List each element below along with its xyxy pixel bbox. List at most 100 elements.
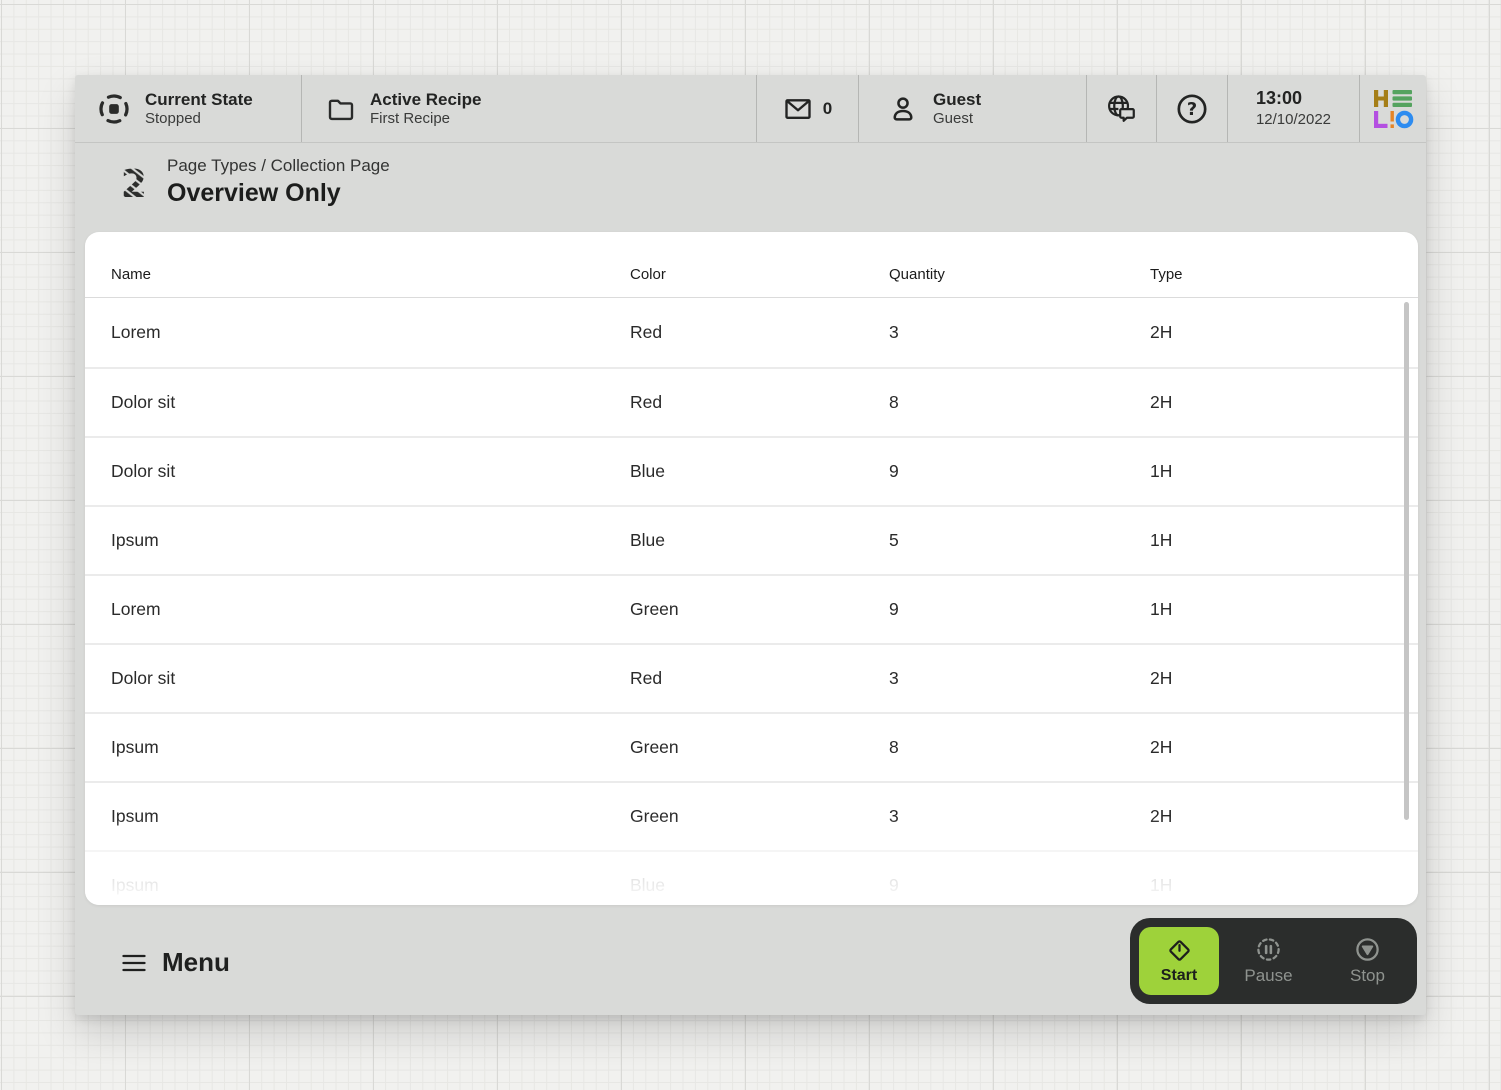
table-scrollbar[interactable] [1404,302,1409,820]
cell-type: 2H [1150,737,1418,758]
breadcrumb: Page Types / Collection Page [167,155,390,178]
current-state-button[interactable]: Current State Stopped [75,75,302,142]
language-button[interactable] [1087,75,1157,142]
cell-type: 1H [1150,530,1418,551]
table-row: Lorem Green 9 1H [85,574,1418,643]
app-window: Current State Stopped Active Recipe Firs… [75,75,1426,1015]
cell-color: Blue [630,530,889,551]
help-icon: ? [1175,92,1209,126]
start-label: Start [1161,967,1197,985]
table-header-row: Name Color Quantity Type [85,232,1418,298]
top-bar: Current State Stopped Active Recipe Firs… [75,75,1426,143]
table-row: Ipsum Blue 5 1H [85,505,1418,574]
stop-label: Stop [1350,966,1385,986]
cell-quantity: 3 [889,806,1150,827]
cell-quantity: 9 [889,461,1150,482]
current-state-text: Current State Stopped [145,89,253,129]
user-text: Guest Guest [933,89,981,129]
cell-type: 2H [1150,806,1418,827]
cell-type: 1H [1150,461,1418,482]
pause-icon [1255,936,1282,963]
cell-name: Dolor sit [111,668,630,689]
pause-label: Pause [1244,966,1292,986]
table-row: Dolor sit Blue 9 1H [85,436,1418,505]
cell-color: Red [630,392,889,413]
messages-button[interactable]: 0 [757,75,859,142]
brand-glyph-2-icon: 2 [118,159,150,205]
clock-date: 12/10/2022 [1256,110,1331,130]
clock-time: 13:00 [1256,87,1331,110]
page-title: Overview Only [167,178,390,209]
cell-color: Red [630,322,889,343]
start-icon [1166,937,1193,964]
message-count: 0 [823,99,832,119]
column-header-quantity: Quantity [889,266,1150,283]
cell-name: Dolor sit [111,392,630,413]
cell-type: 2H [1150,392,1418,413]
cell-color: Green [630,806,889,827]
table-row: Ipsum Blue 9 1H [85,850,1418,905]
cell-quantity: 9 [889,599,1150,620]
cell-quantity: 9 [889,875,1150,896]
cell-name: Ipsum [111,530,630,551]
cell-name: Lorem [111,322,630,343]
table-row: Lorem Red 3 2H [85,298,1418,367]
machine-controls: Start Pause Stop [1130,918,1417,1004]
active-recipe-value: First Recipe [370,110,482,129]
active-recipe-text: Active Recipe First Recipe [370,89,482,129]
cell-color: Blue [630,461,889,482]
svg-text:?: ? [1187,100,1197,120]
user-role: Guest [933,110,981,129]
cell-color: Green [630,737,889,758]
current-state-value: Stopped [145,110,253,129]
cell-name: Ipsum [111,737,630,758]
cell-quantity: 8 [889,737,1150,758]
svg-text:2: 2 [121,162,147,205]
table-row: Dolor sit Red 8 2H [85,367,1418,436]
cell-quantity: 3 [889,668,1150,689]
table-row: Ipsum Green 8 2H [85,712,1418,781]
helo-logo [1371,87,1415,131]
stopped-state-icon [97,92,131,126]
language-globe-chat-icon [1104,92,1140,126]
hamburger-menu-icon [120,951,148,975]
mail-icon [783,94,813,124]
cell-type: 1H [1150,875,1418,896]
pause-button[interactable]: Pause [1219,936,1318,986]
cell-color: Blue [630,875,889,896]
table-row: Dolor sit Red 3 2H [85,643,1418,712]
cell-name: Dolor sit [111,461,630,482]
menu-button[interactable]: Menu [120,935,230,990]
table-row: Ipsum Green 3 2H [85,781,1418,850]
folder-icon [326,94,356,124]
user-icon [887,93,919,125]
help-button[interactable]: ? [1157,75,1228,142]
cell-color: Red [630,668,889,689]
collection-table-card: Name Color Quantity Type Lorem Red 3 2H … [85,232,1418,905]
user-name: Guest [933,89,981,110]
cell-name: Ipsum [111,875,630,896]
user-button[interactable]: Guest Guest [859,75,1087,142]
cell-quantity: 8 [889,392,1150,413]
clock-display: 13:00 12/10/2022 [1228,75,1360,142]
cell-type: 2H [1150,322,1418,343]
cell-color: Green [630,599,889,620]
table-body: Lorem Red 3 2H Dolor sit Red 8 2H Dolor … [85,298,1418,905]
start-button[interactable]: Start [1139,927,1219,995]
current-state-label: Current State [145,89,253,110]
cell-type: 1H [1150,599,1418,620]
active-recipe-button[interactable]: Active Recipe First Recipe [302,75,757,142]
clock-text: 13:00 12/10/2022 [1256,87,1331,130]
cell-quantity: 5 [889,530,1150,551]
active-recipe-label: Active Recipe [370,89,482,110]
cell-name: Ipsum [111,806,630,827]
menu-label: Menu [162,947,230,978]
column-header-type: Type [1150,266,1418,283]
stop-icon [1354,936,1381,963]
cell-name: Lorem [111,599,630,620]
column-header-color: Color [630,266,889,283]
stop-button[interactable]: Stop [1318,936,1417,986]
cell-quantity: 3 [889,322,1150,343]
cell-type: 2H [1150,668,1418,689]
brand-logo-section [1360,75,1426,142]
